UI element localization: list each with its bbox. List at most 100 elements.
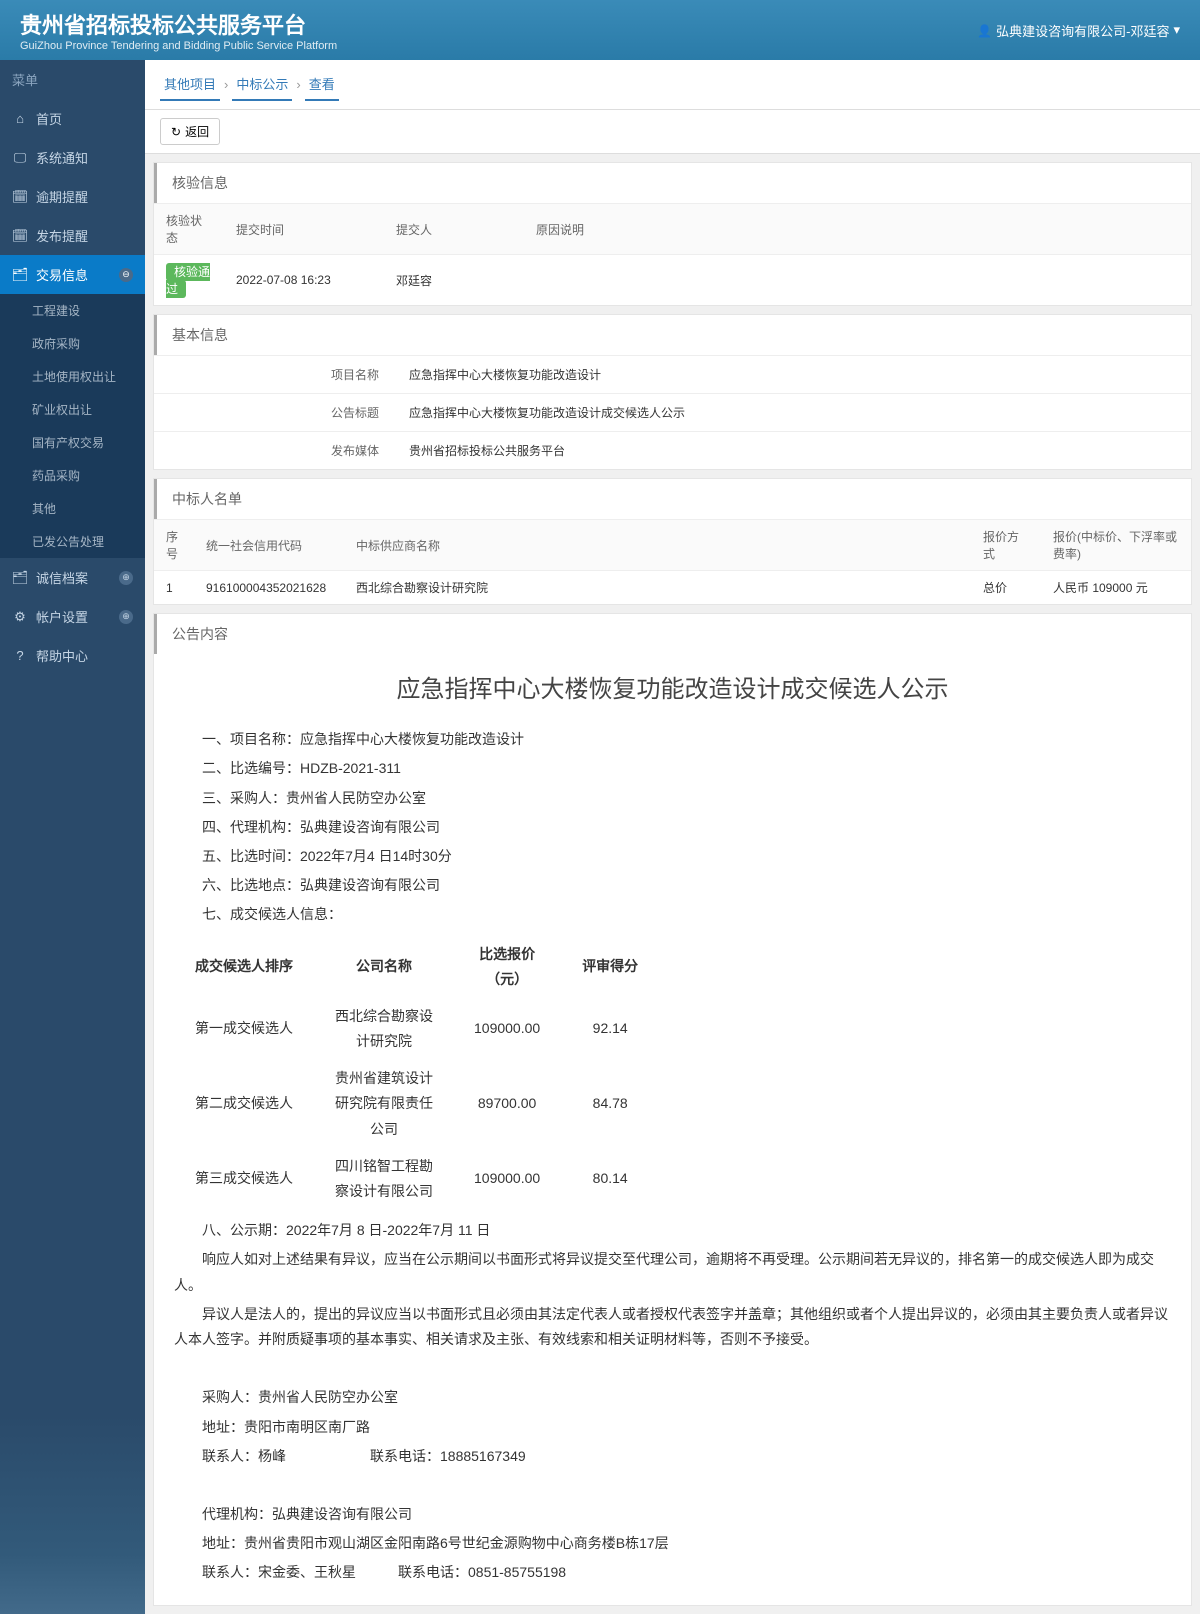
breadcrumb-item[interactable]: 其他项目 [160, 68, 220, 101]
chevron-right-icon: › [296, 77, 300, 92]
form-label: 发布媒体 [154, 432, 394, 469]
sidebar-item-overdue[interactable]: 🗓 逾期提醒 [0, 177, 145, 216]
sidebar: 菜单 ⌂ 首页 🖵 系统通知 🗓 逾期提醒 🗓 发布提醒 🗂 交易信息 ⊖ 工程… [0, 60, 145, 1614]
cell: 贵州省建筑设计研究院有限责任公司 [314, 1060, 454, 1148]
app-subtitle: GuiZhou Province Tendering and Bidding P… [20, 40, 337, 52]
doc-line: 六、比选地点：弘典建设咨询有限公司 [202, 873, 1171, 898]
form-value: 贵州省招标投标公共服务平台 [394, 432, 1191, 469]
th: 公司名称 [314, 936, 454, 998]
submenu-item[interactable]: 国有产权交易 [0, 426, 145, 459]
submenu-item[interactable]: 土地使用权出让 [0, 360, 145, 393]
doc-line: 八、公示期：2022年7月 8 日-2022年7月 11 日 [202, 1218, 1171, 1243]
sidebar-item-help[interactable]: ? 帮助中心 [0, 636, 145, 675]
doc-title: 应急指挥中心大楼恢复功能改造设计成交候选人公示 [174, 669, 1171, 712]
submenu-item[interactable]: 政府采购 [0, 327, 145, 360]
cell: 92.14 [560, 998, 660, 1060]
folder-icon: 🗂 [12, 267, 28, 283]
sidebar-item-home[interactable]: ⌂ 首页 [0, 99, 145, 138]
cell: 西北综合勘察设计研究院 [344, 571, 971, 605]
sidebar-label: 首页 [36, 109, 62, 128]
cell: 89700.00 [454, 1060, 560, 1148]
doc-line: 一、项目名称：应急指挥中心大楼恢复功能改造设计 [202, 727, 1171, 752]
back-button[interactable]: ↻ 返回 [160, 118, 220, 145]
panel-bidders: 中标人名单 序号 统一社会信用代码 中标供应商名称 报价方式 报价(中标价、下浮… [153, 478, 1192, 605]
app-header: 贵州省招标投标公共服务平台 GuiZhou Province Tendering… [0, 0, 1200, 60]
submenu-item[interactable]: 已发公告处理 [0, 525, 145, 558]
sidebar-item-notice[interactable]: 🖵 系统通知 [0, 138, 145, 177]
th: 评审得分 [560, 936, 660, 998]
th: 中标供应商名称 [344, 520, 971, 571]
gear-icon: ⚙ [12, 609, 28, 625]
doc-line: 五、比选时间：2022年7月4 日14时30分 [202, 844, 1171, 869]
calendar-icon: 🗓 [12, 189, 28, 205]
home-icon: ⌂ [12, 111, 28, 127]
chevron-down-icon: ▾ [1173, 22, 1180, 38]
breadcrumb-item[interactable]: 中标公示 [232, 68, 292, 101]
submenu-item[interactable]: 工程建设 [0, 294, 145, 327]
th: 报价(中标价、下浮率或费率) [1041, 520, 1191, 571]
cell: 总价 [971, 571, 1041, 605]
cell: 第三成交候选人 [174, 1148, 314, 1210]
sidebar-label: 帐户设置 [36, 607, 88, 626]
breadcrumb-item[interactable]: 查看 [305, 68, 339, 101]
panel-title: 基本信息 [154, 315, 1191, 355]
th: 比选报价（元） [454, 936, 560, 998]
calendar-icon: 🗓 [12, 228, 28, 244]
status-badge: 核验通过 [166, 263, 210, 298]
form-value: 应急指挥中心大楼恢复功能改造设计 [394, 356, 1191, 393]
sidebar-label: 诚信档案 [36, 568, 88, 587]
sidebar-item-account[interactable]: ⚙ 帐户设置 ⊕ [0, 597, 145, 636]
back-label: 返回 [185, 123, 209, 140]
sidebar-item-credit[interactable]: 🗂 诚信档案 ⊕ [0, 558, 145, 597]
panel-title: 公告内容 [154, 614, 1191, 654]
sidebar-item-publish[interactable]: 🗓 发布提醒 [0, 216, 145, 255]
expand-icon[interactable]: ⊕ [119, 571, 133, 585]
table-row: 核验通过 2022-07-08 16:23 邓廷容 [154, 255, 1191, 306]
cell-time: 2022-07-08 16:23 [224, 255, 384, 306]
document-body: 应急指挥中心大楼恢复功能改造设计成交候选人公示 一、项目名称：应急指挥中心大楼恢… [154, 654, 1191, 1605]
doc-para: 响应人如对上述结果有异议，应当在公示期间以书面形式将异议提交至代理公司，逾期将不… [174, 1247, 1171, 1297]
user-info[interactable]: 弘典建设咨询有限公司-邓廷容 ▾ [977, 21, 1180, 40]
collapse-icon[interactable]: ⊖ [119, 268, 133, 282]
cell: 109000.00 [454, 1148, 560, 1210]
th: 序号 [154, 520, 194, 571]
help-icon: ? [12, 648, 28, 664]
doc-line: 联系人：宋金委、王秋星 联系电话：0851-85755198 [202, 1560, 1171, 1585]
main-content: 其他项目 › 中标公示 › 查看 ↻ 返回 核验信息 核验状态 提交时间 提交人… [145, 60, 1200, 1614]
sidebar-label: 系统通知 [36, 148, 88, 167]
chevron-right-icon: › [224, 77, 228, 92]
user-icon [977, 23, 992, 38]
panel-title: 中标人名单 [154, 479, 1191, 519]
panel-basic: 基本信息 项目名称 应急指挥中心大楼恢复功能改造设计 公告标题 应急指挥中心大楼… [153, 314, 1192, 470]
form-row: 项目名称 应急指挥中心大楼恢复功能改造设计 [154, 355, 1191, 393]
th: 报价方式 [971, 520, 1041, 571]
submenu-item[interactable]: 矿业权出让 [0, 393, 145, 426]
table-row: 1 916100004352021628 西北综合勘察设计研究院 总价 人民币 … [154, 571, 1191, 605]
form-label: 项目名称 [154, 356, 394, 393]
expand-icon[interactable]: ⊕ [119, 610, 133, 624]
cell: 第二成交候选人 [174, 1060, 314, 1148]
submenu-trade: 工程建设 政府采购 土地使用权出让 矿业权出让 国有产权交易 药品采购 其他 已… [0, 294, 145, 558]
doc-line: 七、成交候选人信息： [202, 902, 1171, 927]
bidders-table: 序号 统一社会信用代码 中标供应商名称 报价方式 报价(中标价、下浮率或费率) … [154, 519, 1191, 604]
form-row: 发布媒体 贵州省招标投标公共服务平台 [154, 431, 1191, 469]
table-row: 第三成交候选人 四川铭智工程勘察设计有限公司 109000.00 80.14 [174, 1148, 660, 1210]
toolbar: ↻ 返回 [145, 110, 1200, 154]
th: 统一社会信用代码 [194, 520, 344, 571]
cell: 916100004352021628 [194, 571, 344, 605]
table-row: 第一成交候选人 西北综合勘察设计研究院 109000.00 92.14 [174, 998, 660, 1060]
submenu-item[interactable]: 其他 [0, 492, 145, 525]
cell: 84.78 [560, 1060, 660, 1148]
doc-line: 联系人：杨峰 联系电话：18885167349 [202, 1444, 1171, 1469]
menu-header: 菜单 [0, 60, 145, 99]
sidebar-item-trade[interactable]: 🗂 交易信息 ⊖ [0, 255, 145, 294]
cell-person: 邓廷容 [384, 255, 524, 306]
doc-line: 采购人：贵州省人民防空办公室 [202, 1385, 1171, 1410]
table-header-row: 核验状态 提交时间 提交人 原因说明 [154, 204, 1191, 255]
doc-line: 四、代理机构：弘典建设咨询有限公司 [202, 815, 1171, 840]
submenu-item[interactable]: 药品采购 [0, 459, 145, 492]
archive-icon: 🗂 [12, 570, 28, 586]
doc-line: 二、比选编号：HDZB-2021-311 [202, 756, 1171, 781]
cell-reason [524, 255, 1191, 306]
cell: 人民币 109000 元 [1041, 571, 1191, 605]
